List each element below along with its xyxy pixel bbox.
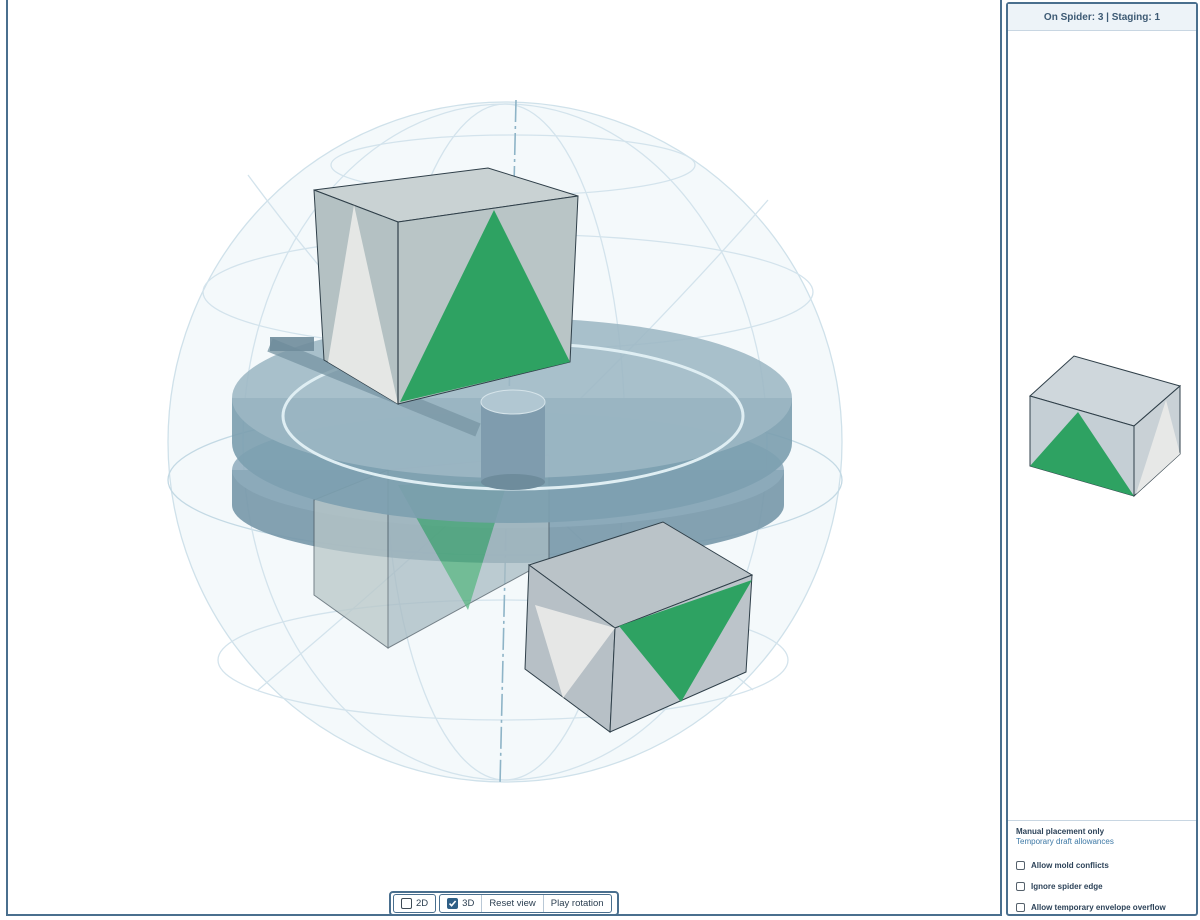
option-ignore-spider-edge[interactable]: Ignore spider edge (1016, 876, 1196, 897)
checkbox-icon[interactable] (1016, 861, 1025, 870)
view-3d-toggle[interactable]: 3D (440, 895, 481, 912)
part-upper (313, 167, 579, 405)
checkbox-icon[interactable] (1016, 903, 1025, 912)
option-label: Allow mold conflicts (1031, 861, 1109, 870)
checkbox-icon[interactable] (1016, 882, 1025, 891)
spider-hub (480, 389, 546, 490)
placement-options: Manual placement only Temporary draft al… (1008, 820, 1196, 914)
view-2d-toggle[interactable]: 2D (394, 895, 435, 912)
view-3d-label: 3D (462, 898, 475, 909)
side-panel: On Spider: 3 | Staging: 1 Manual placeme… (1006, 2, 1198, 916)
options-title: Manual placement only (1016, 827, 1105, 836)
checkbox-icon[interactable] (447, 898, 459, 909)
view-3d-group: 3D Reset view Play rotation (439, 894, 612, 913)
view-2d-label: 2D (416, 898, 429, 909)
view-toolbar: 2D 3D Reset view Play rotation (389, 891, 619, 916)
staged-part-preview[interactable] (1026, 350, 1186, 500)
view-2d-group: 2D (393, 894, 437, 913)
reset-view-button[interactable]: Reset view (481, 895, 542, 912)
option-allow-mold-conflicts[interactable]: Allow mold conflicts (1016, 855, 1196, 876)
3d-viewport[interactable] (6, 0, 1002, 916)
option-allow-envelope-overflow[interactable]: Allow temporary envelope overflow (1016, 897, 1196, 918)
options-subtitle: Temporary draft allowances (1016, 837, 1114, 846)
play-rotation-button[interactable]: Play rotation (542, 895, 611, 912)
checkbox-icon[interactable] (401, 898, 412, 909)
option-label: Ignore spider edge (1031, 882, 1103, 891)
option-label: Allow temporary envelope overflow (1031, 903, 1166, 912)
placement-count-header: On Spider: 3 | Staging: 1 (1008, 4, 1196, 31)
check-icon (449, 900, 457, 907)
scene-canvas[interactable] (8, 0, 1004, 916)
